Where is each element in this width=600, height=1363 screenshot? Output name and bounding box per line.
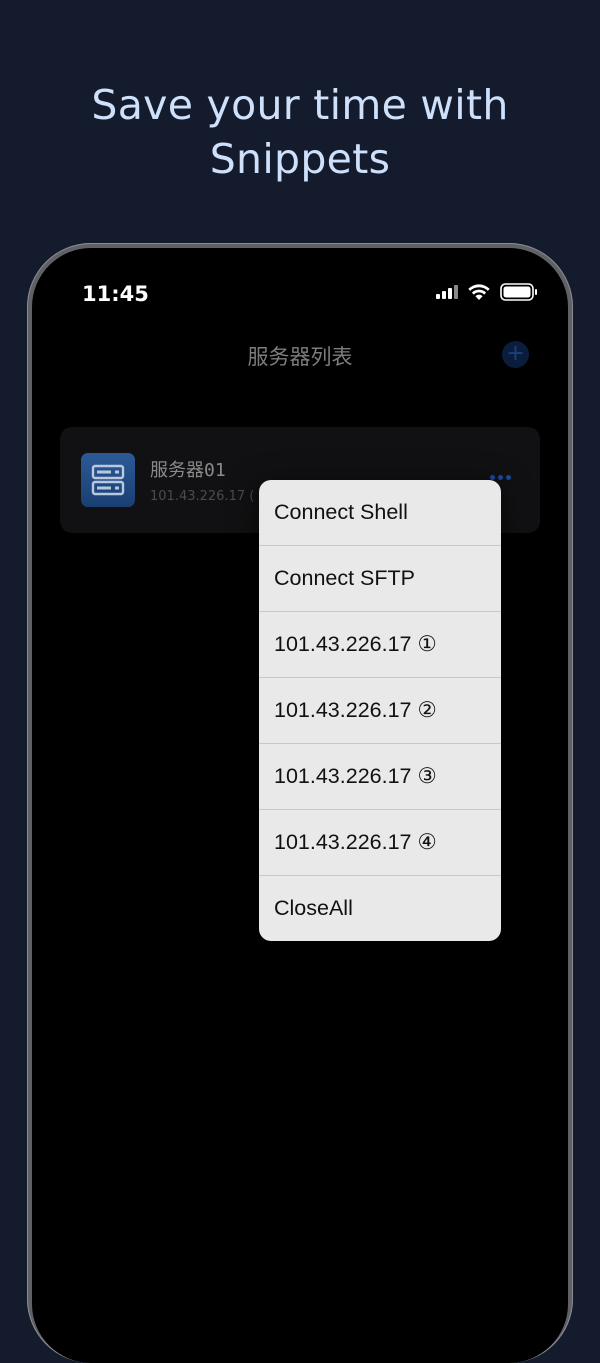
headline-line-1: Save your time with [91, 81, 509, 129]
server-icon [81, 453, 135, 507]
battery-icon [500, 283, 537, 301]
menu-item-session-3[interactable]: 101.43.226.17 ③ [259, 744, 501, 810]
menu-item-session-4[interactable]: 101.43.226.17 ④ [259, 810, 501, 876]
menu-item-connect-shell[interactable]: Connect Shell [259, 480, 501, 546]
page-title: 服务器列表 [247, 345, 353, 369]
add-server-button[interactable]: + [502, 341, 529, 368]
menu-item-session-1[interactable]: 101.43.226.17 ① [259, 612, 501, 678]
cellular-signal-icon [436, 285, 458, 299]
server-name: 服务器01 [150, 460, 226, 481]
phone-screen: 11:45 服务器列表 + 服务器01 101.43.226.17 (Conn… [32, 248, 568, 1363]
connection-popup-menu: Connect Shell Connect SFTP 101.43.226.17… [259, 480, 501, 941]
menu-item-connect-sftp[interactable]: Connect SFTP [259, 546, 501, 612]
phone-frame: 11:45 服务器列表 + 服务器01 101.43.226.17 (Conn… [27, 243, 573, 1363]
wifi-icon [468, 284, 490, 300]
status-icons [436, 282, 538, 302]
headline-line-2: Snippets [209, 135, 391, 183]
marketing-headline: Save your time with Snippets [0, 78, 600, 186]
server-ip: 101.43.226.17 ( [150, 489, 255, 504]
menu-item-close-all[interactable]: CloseAll [259, 876, 501, 941]
status-time: 11:45 [82, 282, 149, 306]
menu-item-session-2[interactable]: 101.43.226.17 ② [259, 678, 501, 744]
